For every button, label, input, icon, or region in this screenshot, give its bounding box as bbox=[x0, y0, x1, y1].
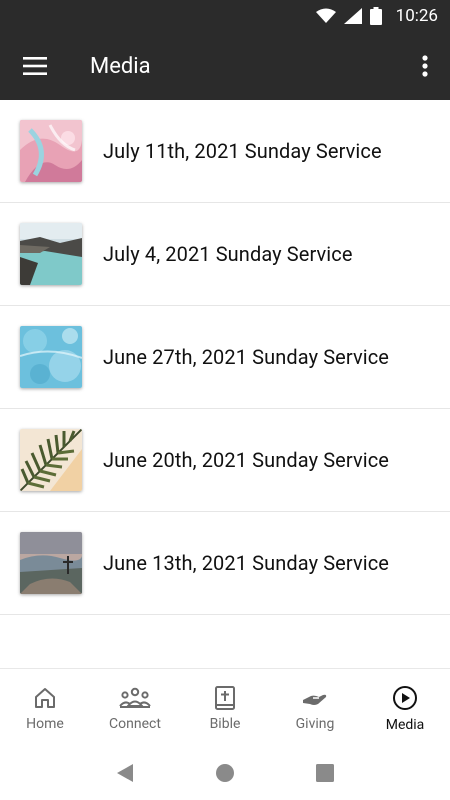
media-item-title: June 13th, 2021 Sunday Service bbox=[103, 551, 389, 575]
media-thumbnail bbox=[20, 532, 82, 594]
home-icon bbox=[35, 687, 55, 708]
media-list-item[interactable]: June 13th, 2021 Sunday Service bbox=[0, 512, 450, 615]
bottom-navigation: Home Connect Bible Giving Media bbox=[0, 668, 450, 746]
hamburger-menu-icon bbox=[23, 57, 47, 75]
nav-tab-label: Media bbox=[385, 716, 425, 733]
media-item-title: July 11th, 2021 Sunday Service bbox=[103, 139, 382, 163]
media-thumbnail bbox=[20, 326, 82, 388]
home-circle-icon[interactable] bbox=[215, 763, 235, 783]
nav-tab-label: Home bbox=[26, 715, 64, 732]
people-icon bbox=[119, 687, 151, 708]
page-title: Media bbox=[90, 53, 151, 79]
nav-tab-connect[interactable]: Connect bbox=[90, 669, 180, 746]
media-thumbnail bbox=[20, 429, 82, 491]
nav-tab-media[interactable]: Media bbox=[360, 669, 450, 746]
play-circle-icon bbox=[393, 685, 417, 710]
more-vert-icon bbox=[422, 55, 428, 77]
media-list: July 11th, 2021 Sunday Service July 4, 2… bbox=[0, 100, 450, 615]
nav-tab-label: Bible bbox=[209, 715, 241, 732]
media-thumbnail bbox=[20, 223, 82, 285]
status-time: 10:26 bbox=[395, 6, 438, 26]
nav-tab-bible[interactable]: Bible bbox=[180, 669, 270, 746]
giving-hand-icon bbox=[303, 694, 327, 705]
back-icon[interactable] bbox=[115, 763, 135, 783]
status-bar: 10:26 bbox=[0, 0, 450, 32]
wifi-icon bbox=[315, 8, 336, 23]
nav-tab-giving[interactable]: Giving bbox=[270, 669, 360, 746]
media-list-item[interactable]: June 20th, 2021 Sunday Service bbox=[0, 409, 450, 512]
app-bar: Media bbox=[0, 32, 450, 100]
media-list-item[interactable]: July 11th, 2021 Sunday Service bbox=[0, 100, 450, 203]
nav-tab-home[interactable]: Home bbox=[0, 669, 90, 746]
bible-icon bbox=[215, 685, 235, 710]
media-thumbnail bbox=[20, 120, 82, 182]
signal-icon bbox=[343, 8, 362, 24]
media-list-item[interactable]: June 27th, 2021 Sunday Service bbox=[0, 306, 450, 409]
system-navigation-bar bbox=[0, 746, 450, 800]
more-options-button[interactable] bbox=[400, 32, 450, 100]
nav-tab-label: Connect bbox=[109, 715, 161, 732]
battery-icon bbox=[369, 7, 382, 25]
media-item-title: June 27th, 2021 Sunday Service bbox=[103, 345, 389, 369]
menu-button[interactable] bbox=[0, 32, 70, 100]
media-item-title: June 20th, 2021 Sunday Service bbox=[103, 448, 389, 472]
recents-square-icon[interactable] bbox=[315, 763, 335, 783]
media-item-title: July 4, 2021 Sunday Service bbox=[103, 242, 353, 266]
media-list-item[interactable]: July 4, 2021 Sunday Service bbox=[0, 203, 450, 306]
nav-tab-label: Giving bbox=[295, 715, 335, 732]
